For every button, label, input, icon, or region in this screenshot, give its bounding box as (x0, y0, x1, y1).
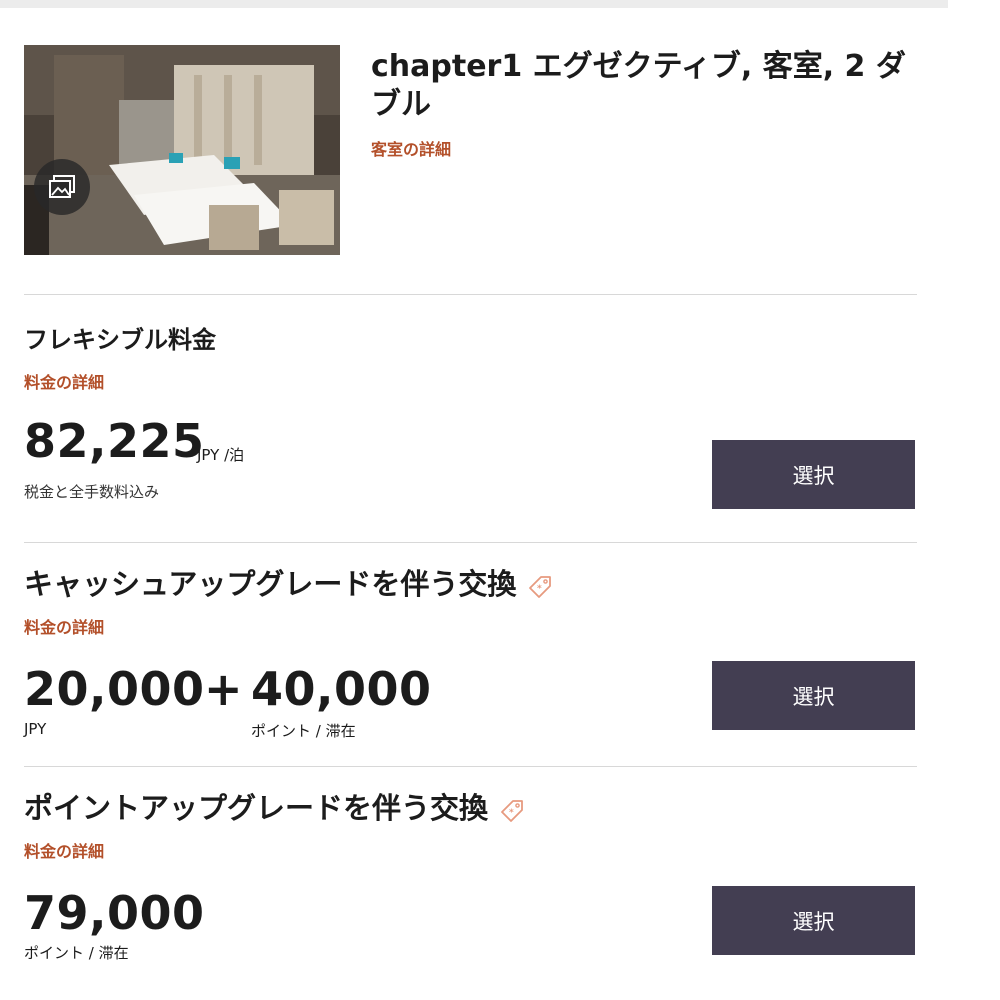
svg-text:*: * (509, 808, 514, 818)
rate-price-note: 税金と全手数料込み (24, 483, 160, 501)
select-button-cash-upgrade[interactable]: 選択 (712, 661, 915, 730)
rate-name-text: キャッシュアップグレードを伴う交換 (24, 567, 517, 601)
tag-icon[interactable]: * (498, 796, 526, 824)
tag-icon[interactable]: * (526, 572, 554, 600)
top-strip (0, 0, 948, 8)
gallery-button[interactable] (34, 159, 90, 215)
rate-cash-unit: JPY (24, 720, 47, 738)
rate-points-unit: ポイント / 滞在 (24, 944, 129, 962)
rate-price: 82,225 (24, 414, 205, 468)
divider (24, 766, 917, 767)
rate-detail-link[interactable]: 料金の詳細 (24, 614, 104, 638)
rate-points-price: 79,000 (24, 886, 205, 940)
select-button-points-upgrade[interactable]: 選択 (712, 886, 915, 955)
room-photo-illustration (24, 45, 340, 255)
room-card: chapter1 エグゼクティブ, 客室, 2 ダブル 客室の詳細 フレキシブル… (0, 8, 948, 1000)
room-photo[interactable] (24, 45, 340, 255)
rate-cash-price: 20,000 (24, 662, 205, 716)
rate-points-unit: ポイント / 滞在 (251, 722, 356, 740)
divider (24, 294, 917, 295)
right-gutter (948, 0, 1000, 1000)
rate-name-text: ポイントアップグレードを伴う交換 (24, 791, 489, 825)
rate-plus-sign: + (204, 662, 244, 716)
rate-name-flexible: フレキシブル料金 (24, 326, 216, 354)
rate-price-unit: JPY /泊 (197, 446, 245, 464)
rate-detail-link[interactable]: 料金の詳細 (24, 369, 104, 393)
gallery-icon (49, 175, 75, 198)
room-title: chapter1 エグゼクティブ, 客室, 2 ダブル (371, 49, 906, 122)
rate-name-cash-upgrade: キャッシュアップグレードを伴う交換 * (24, 568, 554, 600)
room-detail-link[interactable]: 客室の詳細 (371, 136, 451, 160)
divider (24, 542, 917, 543)
rate-name-points-upgrade: ポイントアップグレードを伴う交換 * (24, 792, 526, 824)
select-button-flexible[interactable]: 選択 (712, 440, 915, 509)
rate-points-price: 40,000 (251, 662, 432, 716)
svg-text:*: * (537, 584, 542, 594)
rate-detail-link[interactable]: 料金の詳細 (24, 838, 104, 862)
